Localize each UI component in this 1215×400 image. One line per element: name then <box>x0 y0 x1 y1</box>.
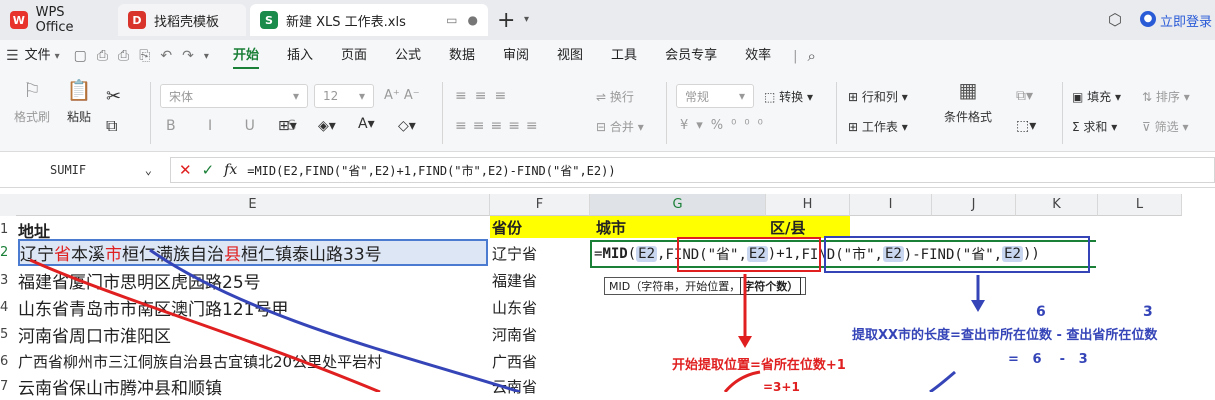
length-note: 提取XX市的长度=查出市所在位数 - 查出省所在位数 <box>852 328 1158 343</box>
province-pos-number: 3 <box>1143 304 1153 320</box>
city-pos-number: 6 <box>1036 304 1046 320</box>
length-calc-note: = 6 - 3 <box>1008 352 1088 367</box>
start-position-note: 开始提取位置=省所在位数+1 <box>672 358 846 373</box>
